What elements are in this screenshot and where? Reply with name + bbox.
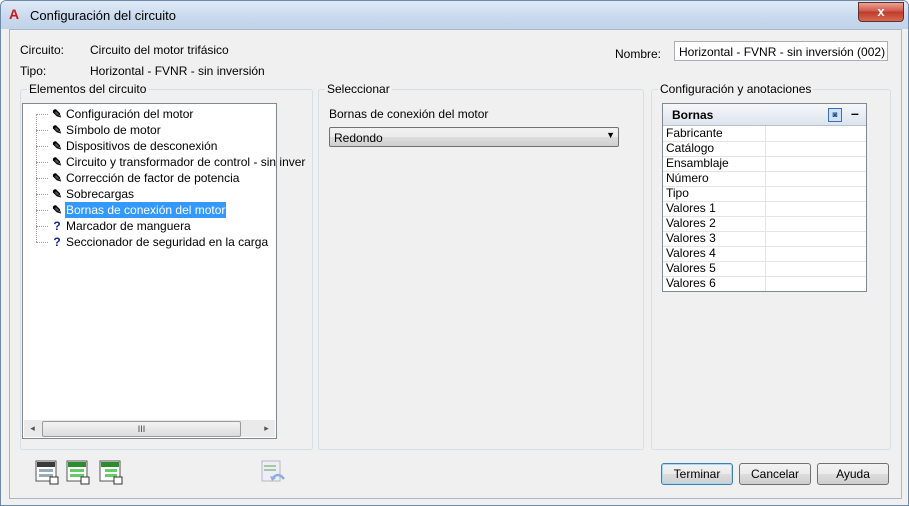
- grid-row[interactable]: Valores 4: [663, 246, 866, 262]
- grid-header: Bornas ◙ –: [663, 104, 866, 126]
- title-bar[interactable]: A Configuración del circuito x: [1, 1, 908, 29]
- scroll-left-icon[interactable]: ◂: [24, 420, 41, 437]
- grid-row-key: Ensamblaje: [666, 156, 729, 170]
- tree-horizontal-scrollbar[interactable]: ◂ III ▸: [24, 420, 275, 437]
- select-group-title: Seleccionar: [325, 82, 392, 96]
- name-label: Nombre:: [615, 47, 662, 61]
- scrollbar-thumb[interactable]: III: [42, 421, 241, 437]
- grid-row[interactable]: Valores 1: [663, 201, 866, 217]
- grid-row-key: Valores 3: [666, 231, 716, 245]
- grid-row-key: Valores 1: [666, 201, 716, 215]
- help-button[interactable]: Ayuda: [817, 463, 889, 485]
- elements-group-title: Elementos del circuito: [27, 82, 149, 96]
- tree-item-label: Sobrecargas: [66, 187, 135, 201]
- finish-button[interactable]: Terminar: [661, 463, 733, 485]
- type-label: Tipo:: [20, 64, 47, 78]
- grid-row[interactable]: Tipo: [663, 186, 866, 202]
- pencil-icon: ✎: [51, 155, 63, 169]
- insert-component-icon[interactable]: [34, 459, 60, 485]
- name-input[interactable]: Horizontal - FVNR - sin inversión (002): [674, 41, 888, 61]
- circuit-label: Circuito:: [20, 43, 65, 57]
- pencil-icon: ✎: [51, 139, 63, 153]
- grid-row-key: Tipo: [666, 186, 689, 200]
- pencil-icon: ✎: [51, 203, 63, 217]
- chevron-down-icon: ▼: [606, 130, 615, 140]
- grid-row[interactable]: Número: [663, 171, 866, 187]
- tree-item-label: Configuración del motor: [66, 107, 194, 121]
- grid-row-key: Fabricante: [666, 126, 723, 140]
- pencil-icon: ✎: [51, 171, 63, 185]
- pencil-icon: ✎: [51, 123, 63, 137]
- grid-row-key: Catálogo: [666, 141, 715, 155]
- tree-item-label: Dispositivos de desconexión: [66, 139, 218, 153]
- undo-document-icon[interactable]: [260, 459, 286, 485]
- scroll-right-icon[interactable]: ▸: [258, 420, 275, 437]
- collapse-icon[interactable]: –: [851, 105, 859, 121]
- tree-item-label: Símbolo de motor: [66, 123, 161, 137]
- grid-settings-icon[interactable]: ◙: [828, 108, 842, 122]
- type-value: Horizontal - FVNR - sin inversión: [90, 64, 265, 78]
- terminal-type-dropdown[interactable]: Redondo ▼: [329, 127, 619, 147]
- grid-row[interactable]: Valores 3: [663, 231, 866, 247]
- grid-row[interactable]: Valores 5: [663, 261, 866, 277]
- insert-tree-icon[interactable]: [98, 459, 124, 485]
- grid-row-key: Valores 4: [666, 246, 716, 260]
- tree-item-label: Corrección de factor de potencia: [66, 171, 240, 185]
- grid-row[interactable]: Fabricante: [663, 126, 866, 142]
- pencil-icon: ✎: [51, 187, 63, 201]
- dialog-window: A Configuración del circuito x Circuito:…: [0, 0, 909, 506]
- tree-item-label-selected: Bornas de conexión del motor: [65, 202, 227, 218]
- dropdown-value: Redondo: [334, 131, 383, 145]
- window-title: Configuración del circuito: [30, 8, 176, 23]
- tree-item-label: Circuito y transformador de control - si…: [66, 155, 306, 169]
- tree-item-label: Seccionador de seguridad en la carga: [66, 235, 269, 249]
- grid-row[interactable]: Valores 6: [663, 276, 866, 291]
- circuit-value: Circuito del motor trifásico: [90, 43, 229, 57]
- insert-list-icon[interactable]: [65, 459, 91, 485]
- question-icon: ?: [53, 235, 61, 249]
- grid-row-key: Número: [666, 171, 709, 185]
- grid-row[interactable]: Valores 2: [663, 216, 866, 232]
- circuit-elements-tree[interactable]: ✎ Configuración del motor ✎ Símbolo de m…: [22, 103, 305, 439]
- dialog-body: Circuito: Circuito del motor trifásico T…: [9, 29, 902, 499]
- bornas-property-grid[interactable]: Bornas ◙ – Fabricante Catálogo Ensamblaj…: [662, 103, 867, 292]
- autocad-a-icon: A: [9, 6, 20, 22]
- tree-item-label: Marcador de manguera: [66, 219, 191, 233]
- grid-title: Bornas: [672, 108, 714, 122]
- cancel-button[interactable]: Cancelar: [739, 463, 811, 485]
- grid-row-key: Valores 6: [666, 276, 716, 290]
- grid-row-key: Valores 5: [666, 261, 716, 275]
- close-button[interactable]: x: [858, 2, 904, 22]
- pencil-icon: ✎: [51, 107, 63, 121]
- grid-row[interactable]: Catálogo: [663, 141, 866, 157]
- question-icon: ?: [53, 219, 61, 233]
- grid-row-key: Valores 2: [666, 216, 716, 230]
- annotations-group-title: Configuración y anotaciones: [658, 82, 814, 96]
- grid-row[interactable]: Ensamblaje: [663, 156, 866, 172]
- select-field-label: Bornas de conexión del motor: [329, 107, 489, 121]
